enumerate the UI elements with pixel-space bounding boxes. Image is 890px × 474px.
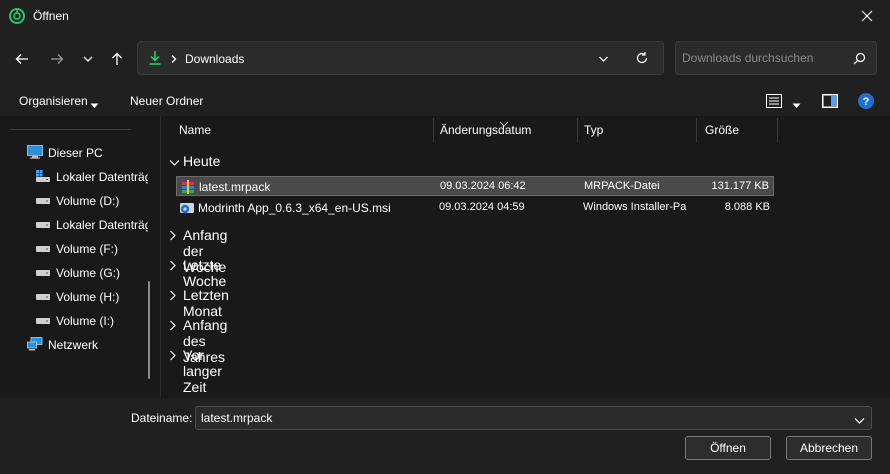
chevron-down-icon [90,98,99,112]
installer-icon [179,200,195,219]
column-divider[interactable] [777,118,778,142]
title-bar: Öffnen [0,0,890,32]
preview-pane-icon[interactable] [822,94,838,111]
download-icon [148,50,162,69]
chevron-right-icon [169,260,177,274]
cancel-button[interactable]: Abbrechen [786,436,872,460]
close-icon [861,10,873,22]
sidebar-item-drive-f[interactable]: Volume (F:) [0,238,148,260]
back-button[interactable] [8,46,36,72]
drive-os-icon [35,169,51,186]
view-options-chevron-icon[interactable] [792,98,801,112]
column-header-type[interactable]: Typ [578,116,696,142]
sidebar-scrollbar[interactable] [148,281,150,379]
column-header-name[interactable]: Name [161,116,433,142]
navigation-bar: Downloads [0,32,890,86]
refresh-icon[interactable] [635,51,649,68]
new-folder-button[interactable]: Neuer Ordner [130,94,203,108]
chevron-right-icon [169,290,177,304]
chevron-right-icon [169,320,177,334]
column-header-date[interactable]: Änderungsdatum [434,116,577,142]
window-title: Öffnen [33,9,69,23]
recent-locations-button[interactable] [74,46,102,72]
sidebar-item-network[interactable]: Netzwerk [0,334,148,356]
help-icon[interactable]: ? [858,93,874,112]
filename-label: Dateiname: [131,411,193,425]
svg-text:?: ? [863,96,870,108]
sidebar-item-drive-c[interactable]: Lokaler Datenträger (C:) [0,166,148,188]
search-box[interactable] [675,41,877,75]
sidebar-item-drive-i[interactable]: Volume (I:) [0,310,148,332]
column-header-size[interactable]: Größe [697,116,777,142]
file-row[interactable]: latest.mrpack 09.03.2024 06:42 MRPACK-Da… [176,176,774,196]
navigation-pane: Dieser PC Lokaler Datenträger (C:) Volum… [0,116,160,398]
arrow-up-icon [112,52,122,65]
view-details-icon[interactable] [766,94,782,111]
sidebar-item-drive-g[interactable]: Volume (G:) [0,262,148,284]
file-row[interactable]: Modrinth App_0.6.3_x64_en-US.msi 09.03.2… [176,198,774,218]
sidebar-item-drive-d[interactable]: Volume (D:) [0,190,148,212]
drive-icon [35,193,51,210]
close-button[interactable] [844,0,890,32]
address-bar[interactable]: Downloads [137,41,664,75]
breadcrumb-downloads[interactable]: Downloads [185,52,244,66]
chevron-down-icon [169,156,180,170]
command-bar: Organisieren Neuer Ordner ? [0,86,890,116]
arrow-right-icon [51,54,64,64]
archive-icon [180,179,196,198]
pc-icon [27,145,43,162]
organize-button[interactable]: Organisieren [19,94,88,108]
search-icon[interactable] [853,52,866,68]
open-button[interactable]: Öffnen [685,436,771,460]
filename-input[interactable] [196,407,846,429]
arrow-left-icon [15,54,28,64]
sidebar-item-this-pc[interactable]: Dieser PC [0,142,148,164]
search-input[interactable] [676,42,846,74]
chevron-right-icon [169,350,177,364]
filename-combobox[interactable] [195,406,872,430]
drive-icon [35,241,51,258]
chevron-down-icon [83,56,93,62]
chevron-down-icon[interactable] [854,414,865,428]
drive-icon [35,313,51,330]
file-list: Name Änderungsdatum Typ Größe Heute late… [160,116,890,398]
breadcrumb-chevron-icon [170,53,178,67]
sidebar-item-drive-h[interactable]: Volume (H:) [0,286,148,308]
address-dropdown-icon[interactable] [598,53,609,67]
sidebar-item-drive-e[interactable]: Lokaler Datenträger (E:) [0,214,148,236]
drive-icon [35,289,51,306]
forward-button[interactable] [43,46,71,72]
drive-icon [35,217,51,234]
drive-icon [35,265,51,282]
sidebar-divider [10,129,131,130]
chevron-right-icon [169,230,177,244]
modrinth-icon [9,8,25,24]
footer-panel: Dateiname: Öffnen Abbrechen [0,398,890,474]
network-icon [27,337,43,354]
up-button[interactable] [103,46,131,72]
